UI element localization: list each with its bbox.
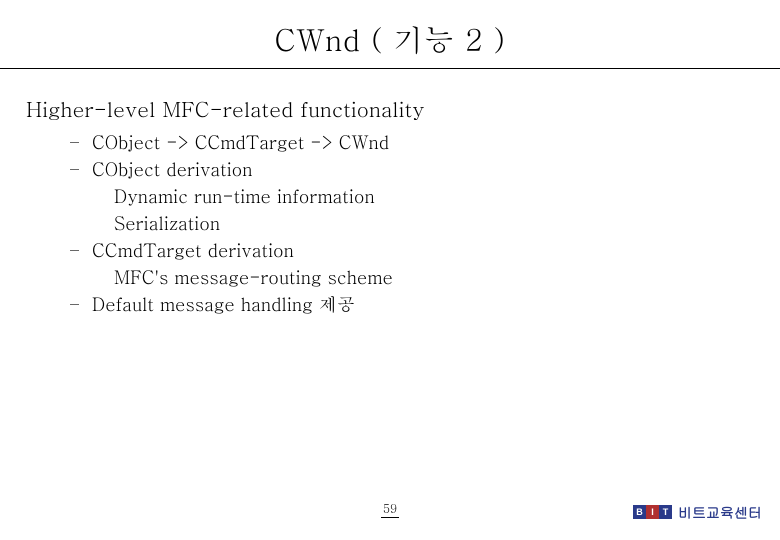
content-area: Higher-level MFC-related functionality –… [0,69,780,318]
slide-title: CWnd ( 기능 2 ) [0,18,780,60]
footer-brand: B I T 비트교육센터 [633,502,762,522]
list-item: – CObject -> CCmdTarget -> CWnd [70,129,780,156]
sub-item: Dynamic run-time information [70,183,780,210]
brand-letter-i: I [646,505,659,519]
list-item: – CObject derivation [70,156,780,183]
title-area: CWnd ( 기능 2 ) [0,0,780,68]
bullet-text: CCmdTarget derivation [92,237,294,264]
bullet-mark: – [70,156,92,183]
bullet-text: CObject derivation [92,156,253,183]
brand-letter-b: B [633,505,646,519]
slide: CWnd ( 기능 2 ) Higher-level MFC-related f… [0,0,780,540]
brand-text: 비트교육센터 [678,502,762,522]
brand-letter-t: T [659,505,672,519]
page-number: 59 [381,500,399,518]
sub-item: Serialization [70,210,780,237]
bullet-mark: – [70,237,92,264]
section-heading: Higher-level MFC-related functionality [26,93,780,123]
bullet-list: – CObject -> CCmdTarget -> CWnd – CObjec… [26,123,780,318]
bullet-text: Default message handling 제공 [92,291,355,318]
brand-logo-icon: B I T [633,505,672,519]
bullet-mark: – [70,291,92,318]
bullet-mark: – [70,129,92,156]
list-item: – CCmdTarget derivation [70,237,780,264]
sub-item: MFC's message-routing scheme [70,264,780,291]
bullet-text: CObject -> CCmdTarget -> CWnd [92,129,389,156]
list-item: – Default message handling 제공 [70,291,780,318]
